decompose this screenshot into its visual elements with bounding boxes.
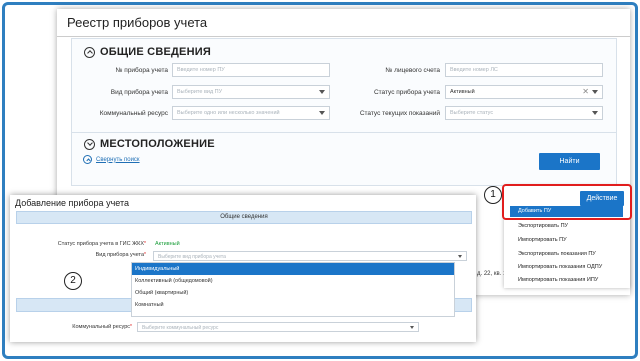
- caret-down-icon: [319, 90, 325, 94]
- resource-field-label: Коммунальный ресурс*: [18, 324, 132, 330]
- device-type-placeholder: Выберите вид ПУ: [177, 89, 223, 95]
- location-header[interactable]: МЕСТОПОЛОЖЕНИЕ: [84, 138, 215, 150]
- address-cell: д. 22, кв. 1: [477, 271, 507, 277]
- readings-status-placeholder: Выберите статус: [450, 110, 494, 116]
- status-field-value: Активный: [155, 241, 180, 247]
- action-menu: Действие Добавить ПУ Экспортировать ПУ И…: [502, 184, 632, 288]
- device-type-label: Вид прибора учета: [110, 89, 168, 96]
- device-number-label: № прибора учета: [115, 67, 168, 74]
- menu-item-import-odpu-readings[interactable]: Импортировать показания ОДПУ: [510, 262, 623, 273]
- collapse-search-link[interactable]: Свернуть поиск: [83, 155, 140, 164]
- account-number-label: № лицевого счета: [385, 67, 440, 74]
- option-room[interactable]: Комнатный: [132, 299, 454, 311]
- menu-item-add-device[interactable]: Добавить ПУ: [510, 206, 623, 217]
- caret-down-icon: [592, 90, 598, 94]
- dialog-title: Добавление прибора учета: [15, 198, 129, 208]
- device-type-options: Индивидуальный Коллективный (общедомовой…: [131, 262, 455, 317]
- collapse-search-label: Свернуть поиск: [96, 156, 140, 163]
- find-button[interactable]: Найти: [539, 153, 600, 170]
- device-number-input[interactable]: Введите номер ПУ: [172, 63, 330, 77]
- type-field-label: Вид прибора учета*: [18, 252, 146, 258]
- step-badge-2: 2: [64, 272, 82, 290]
- readings-status-select[interactable]: Выберите статус: [445, 106, 603, 120]
- caret-down-icon: [410, 326, 414, 329]
- title-divider: [57, 36, 630, 37]
- page-title: Реестр приборов учета: [67, 15, 208, 30]
- type-label-text: Вид прибора учета: [95, 252, 145, 258]
- close-icon[interactable]: ✕: [582, 87, 589, 96]
- caret-down-icon: [319, 111, 325, 115]
- communal-resource-label: Коммунальный ресурс: [99, 110, 168, 117]
- device-status-value: Активный: [450, 89, 475, 95]
- chevron-up-circle-icon: [83, 155, 92, 164]
- menu-item-export-devices[interactable]: Экспортировать ПУ: [510, 221, 623, 232]
- menu-item-export-readings[interactable]: Экспортировать показания ПУ: [510, 249, 623, 260]
- option-collective[interactable]: Коллективный (общедомовой): [132, 275, 454, 287]
- device-status-label: Статус прибора учета: [373, 89, 440, 96]
- device-type-placeholder: Выберите вид прибора учета: [158, 254, 226, 260]
- device-type-select[interactable]: Выберите вид прибора учета: [153, 251, 467, 261]
- general-info-header[interactable]: ОБЩИЕ СВЕДЕНИЯ: [84, 46, 211, 58]
- caret-down-icon: [592, 111, 598, 115]
- status-field-label: Статус прибора учета в ГИС ЖКХ*: [18, 241, 146, 247]
- chevron-up-circle-icon: [84, 46, 95, 58]
- location-title: МЕСТОПОЛОЖЕНИЕ: [100, 138, 215, 150]
- required-mark: *: [144, 241, 146, 247]
- device-status-select[interactable]: Активный ✕: [445, 85, 603, 99]
- communal-resource-select[interactable]: Выберите коммунальный ресурс: [137, 322, 419, 332]
- option-shared-apartment[interactable]: Общий (квартирный): [132, 287, 454, 299]
- general-info-title: ОБЩИЕ СВЕДЕНИЯ: [100, 46, 211, 58]
- caret-down-icon: [458, 255, 462, 258]
- action-button[interactable]: Действие: [580, 191, 624, 206]
- communal-resource-select[interactable]: Выберите одно или несколько значений: [172, 106, 330, 120]
- communal-resource-placeholder: Выберите коммунальный ресурс: [142, 325, 219, 331]
- resource-label-text: Коммунальный ресурс: [72, 324, 131, 330]
- dialog-section-header: Общие сведения: [16, 211, 472, 224]
- step-badge-1: 1: [484, 186, 502, 204]
- location-panel: МЕСТОПОЛОЖЕНИЕ: [71, 133, 617, 186]
- status-label-text: Статус прибора учета в ГИС ЖКХ: [57, 241, 145, 247]
- required-mark: *: [144, 252, 146, 258]
- communal-resource-placeholder: Выберите одно или несколько значений: [177, 110, 280, 116]
- chevron-down-circle-icon: [84, 138, 95, 150]
- readings-status-label: Статус текущих показаний: [359, 110, 440, 117]
- required-mark: *: [130, 324, 132, 330]
- menu-item-import-ipu-readings[interactable]: Импортировать показания ИПУ: [510, 275, 623, 286]
- account-number-input[interactable]: Введите номер ЛС: [445, 63, 603, 77]
- general-info-panel: ОБЩИЕ СВЕДЕНИЯ № прибора учета Введите н…: [71, 38, 617, 133]
- menu-item-import-devices[interactable]: Импортировать ПУ: [510, 235, 623, 246]
- device-type-select[interactable]: Выберите вид ПУ: [172, 85, 330, 99]
- option-individual[interactable]: Индивидуальный: [132, 263, 454, 275]
